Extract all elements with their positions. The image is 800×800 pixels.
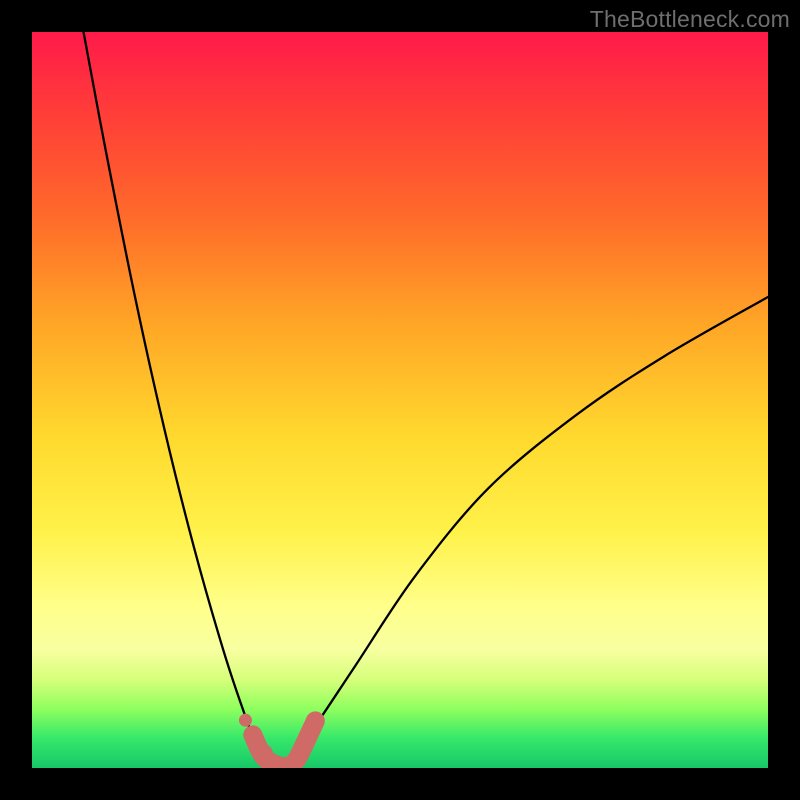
- watermark-text: TheBottleneck.com: [590, 6, 790, 33]
- bottleneck-curve: [84, 32, 768, 768]
- curve-svg: [32, 32, 768, 768]
- chart-stage: TheBottleneck.com: [0, 0, 800, 800]
- valley-overlay-dot: [239, 714, 252, 727]
- valley-overlay-dot: [255, 744, 273, 762]
- curve-layer: [84, 32, 768, 768]
- plot-area: [32, 32, 768, 768]
